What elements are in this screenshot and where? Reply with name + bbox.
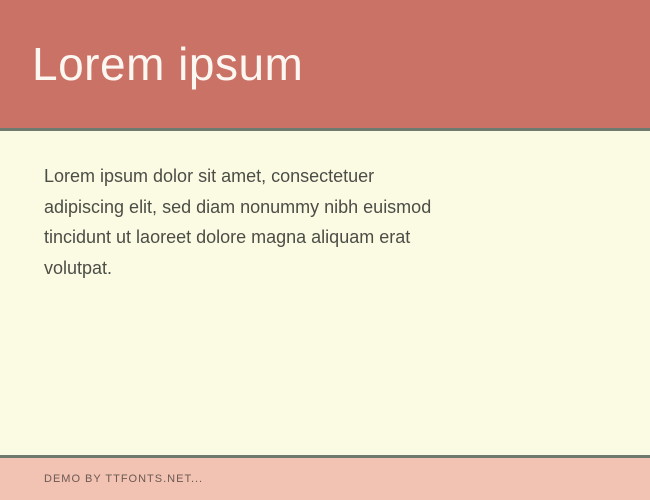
footer-text: DEMO BY TTFONTS.NET... [44,473,203,485]
footer-bar: DEMO BY TTFONTS.NET... [0,458,650,500]
body-section: Lorem ipsum dolor sit amet, consectetuer… [0,131,650,455]
page-container: Lorem ipsum Lorem ipsum dolor sit amet, … [0,0,650,500]
header-banner: Lorem ipsum [0,0,650,128]
body-paragraph: Lorem ipsum dolor sit amet, consectetuer… [44,161,434,283]
page-title: Lorem ipsum [32,37,303,91]
